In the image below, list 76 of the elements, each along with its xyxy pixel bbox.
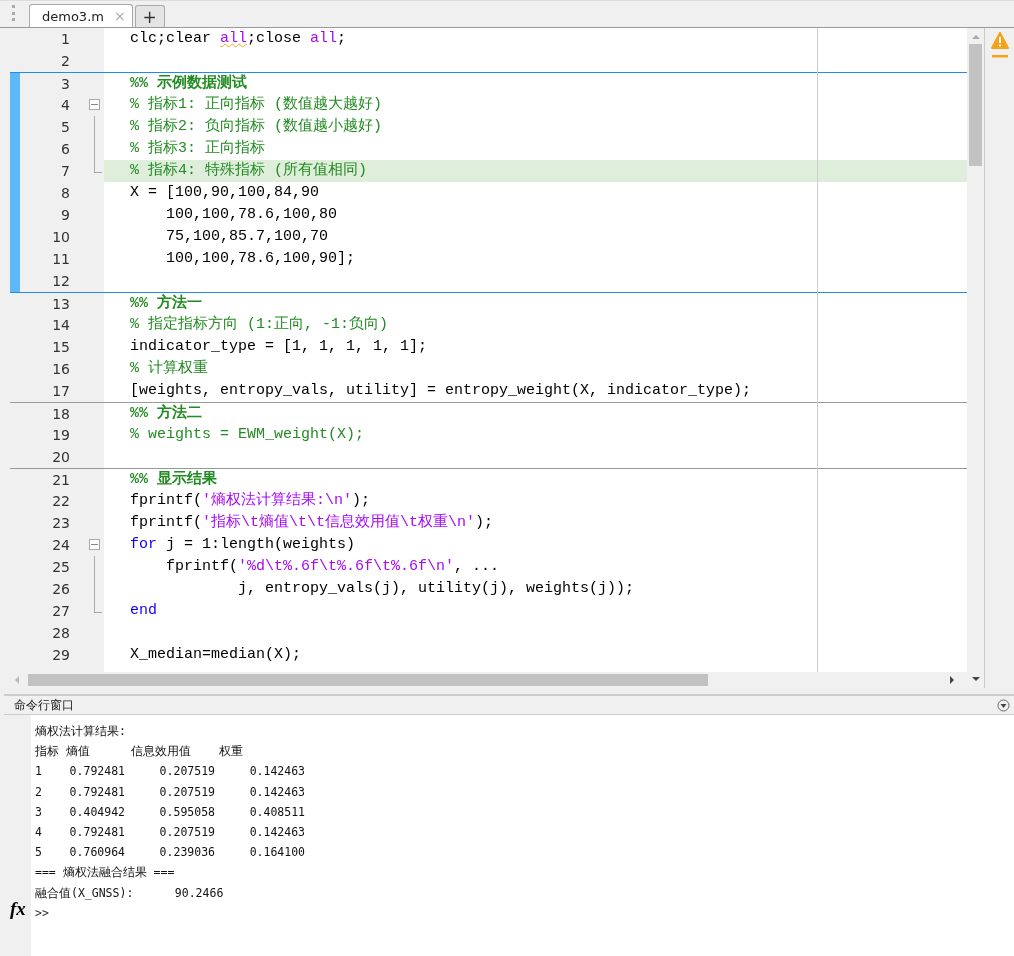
scroll-down-icon[interactable] xyxy=(971,676,980,682)
line-number: 20 xyxy=(51,448,70,467)
line-number: 28 xyxy=(51,624,70,643)
console-output: 1 0.792481 0.207519 0.142463 xyxy=(35,763,306,781)
fold-toggle-icon[interactable] xyxy=(89,539,100,550)
line-number: 13 xyxy=(51,294,70,314)
line-number: 6 xyxy=(60,140,70,159)
code-line: % 指标2: 负向指标 (数值越小越好) xyxy=(130,117,382,137)
code-line: 75,100,85.7,100,70 xyxy=(165,227,329,247)
line-number: 27 xyxy=(51,602,70,621)
code-line: fprintf('熵权法计算结果:\n'); xyxy=(130,491,371,511)
console-output: 3 0.404942 0.595058 0.408511 xyxy=(35,803,306,821)
code-line: j, entropy_vals(j), utility(j), weights(j)); xyxy=(237,579,635,599)
code-line: % 指标4: 特殊指标 (所有值相同) xyxy=(130,161,367,181)
line-number: 7 xyxy=(60,162,70,181)
console-output: 融合值(X_GNSS): 90.2466 xyxy=(35,884,225,902)
code-line: % 指定指标方向 (1:正向, -1:负向) xyxy=(130,315,389,335)
code-line: X = [100,90,100,84,90 xyxy=(130,183,320,203)
function-browser-button[interactable]: fx xyxy=(10,898,26,920)
code-line: fprintf('指标\t熵值\t\t信息效用值\t权重\n'); xyxy=(130,513,494,533)
line-number: 12 xyxy=(51,272,70,291)
line-number: 24 xyxy=(51,536,70,555)
code-line: [weights, entropy_vals, utility] = entropy_weight(X, indicator_type); xyxy=(130,381,752,401)
code-line: % 指标3: 正向指标 xyxy=(130,139,265,159)
console-output: 指标 熵值 信息效用值 权重 xyxy=(35,743,245,761)
line-number: 8 xyxy=(60,184,70,203)
line-number: 9 xyxy=(60,206,70,225)
panel-menu-icon[interactable] xyxy=(997,698,1010,712)
console-output: === 熵权法融合结果 === xyxy=(35,864,176,882)
line-number: 4 xyxy=(60,96,70,115)
panel-title: 命令行窗口 xyxy=(14,696,74,714)
code-line: % 计算权重 xyxy=(130,359,208,379)
scroll-up-icon[interactable] xyxy=(971,34,980,40)
line-number: 18 xyxy=(51,404,70,424)
line-number: 10 xyxy=(51,228,70,247)
scrollbar-thumb[interactable] xyxy=(969,44,982,166)
line-number: 2 xyxy=(60,52,70,71)
line-number: 3 xyxy=(60,74,70,94)
console-output: 4 0.792481 0.207519 0.142463 xyxy=(35,823,306,841)
code-line: 100,100,78.6,100,80 xyxy=(165,205,338,225)
line-number: 23 xyxy=(51,514,70,533)
code-line: %% 示例数据测试 xyxy=(130,73,247,94)
line-number: 22 xyxy=(51,492,70,511)
code-line: fprintf('%d\t%.6f\t%.6f\t%.6f\n', ... xyxy=(165,557,500,577)
code-line: % weights = EWM_weight(X); xyxy=(130,425,365,445)
line-number: 25 xyxy=(51,558,70,577)
console-output: 2 0.792481 0.207519 0.142463 xyxy=(35,783,306,801)
line-number: 16 xyxy=(51,360,70,379)
code-line: %% 方法一 xyxy=(130,293,202,314)
line-number: 14 xyxy=(51,316,70,335)
line-number: 19 xyxy=(51,426,70,445)
line-number: 29 xyxy=(51,646,70,665)
scrollbar-thumb[interactable] xyxy=(28,674,708,686)
line-number: 17 xyxy=(51,382,70,401)
warning-icon[interactable] xyxy=(990,32,1009,58)
fold-toggle-icon[interactable] xyxy=(89,99,100,110)
console-output: 熵权法计算结果: xyxy=(35,723,127,740)
line-number: 1 xyxy=(60,30,70,49)
code-line: end xyxy=(130,601,157,621)
line-number: 15 xyxy=(51,338,70,357)
code-line: X_median=median(X); xyxy=(130,645,302,665)
code-line: % 指标1: 正向指标 (数值越大越好) xyxy=(130,95,382,115)
line-number: 26 xyxy=(51,580,70,599)
new-tab-button[interactable]: + xyxy=(134,5,165,27)
code-line: indicator_type = [1, 1, 1, 1, 1]; xyxy=(130,337,428,357)
line-number: 11 xyxy=(51,250,70,269)
console-output: 5 0.760964 0.239036 0.164100 xyxy=(35,844,306,862)
code-line: 100,100,78.6,100,90]; xyxy=(165,249,356,269)
code-line: %% 显示结果 xyxy=(130,469,217,490)
file-tab[interactable]: demo3.m × xyxy=(29,4,133,27)
line-number: 5 xyxy=(60,118,70,137)
code-line: %% 方法二 xyxy=(130,403,202,424)
code-line: clc;clear all;close all; xyxy=(130,29,347,49)
code-line: for j = 1:length(weights) xyxy=(130,535,356,555)
line-number: 21 xyxy=(51,470,70,490)
command-prompt[interactable]: >> xyxy=(35,902,306,923)
